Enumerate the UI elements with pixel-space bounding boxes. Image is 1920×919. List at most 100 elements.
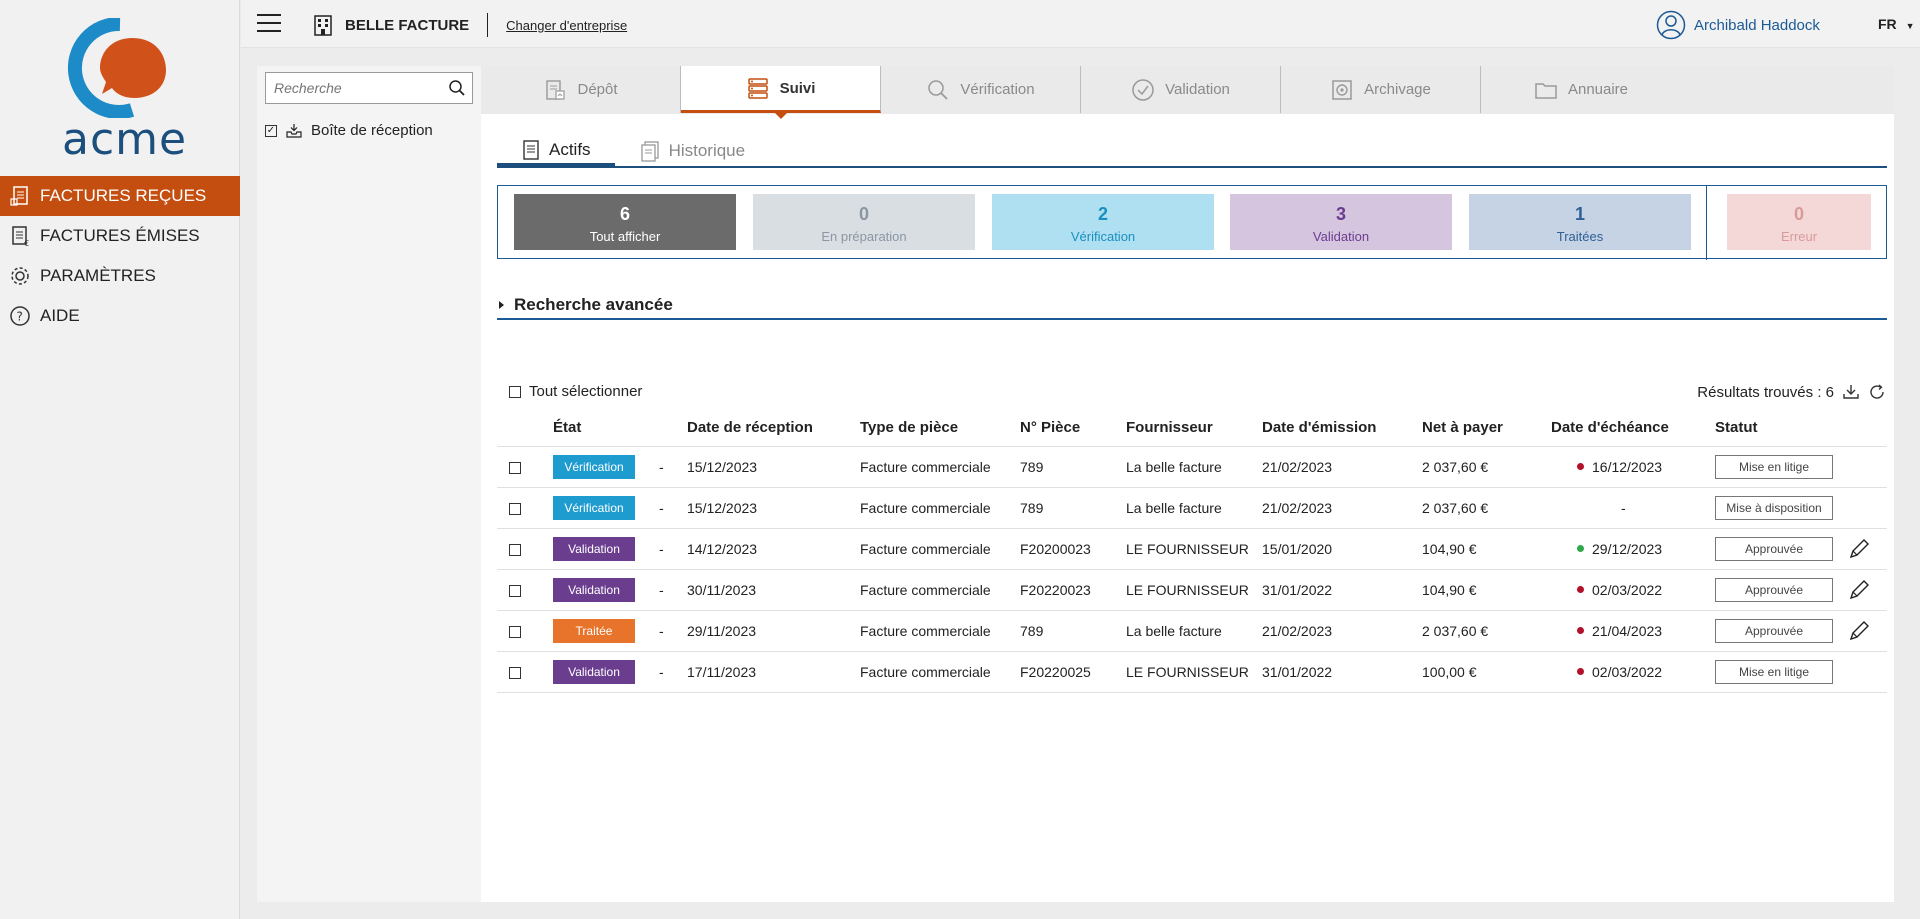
col-date-echeance[interactable]: Date d'échéance bbox=[1551, 419, 1669, 436]
col-statut[interactable]: Statut bbox=[1715, 419, 1758, 436]
table-row[interactable]: Traitée - 29/11/2023 Facture commerciale 789… bbox=[497, 611, 1887, 652]
nav-item-parametres[interactable]: PARAMÈTRES bbox=[0, 256, 240, 296]
table-row[interactable]: Vérification - 15/12/2023 Facture commercia… bbox=[497, 447, 1887, 488]
separator bbox=[487, 13, 489, 37]
row-separator: - bbox=[659, 541, 664, 557]
caret-down-icon: ▼ bbox=[1905, 21, 1915, 31]
list-icon bbox=[747, 78, 768, 99]
counter-divider bbox=[1706, 186, 1707, 260]
date-reception: 14/12/2023 bbox=[687, 541, 758, 557]
search-input[interactable] bbox=[266, 73, 436, 103]
type-piece: Facture commerciale bbox=[860, 541, 991, 557]
etat-badge: Validation bbox=[553, 537, 635, 561]
counter-5[interactable]: 0 Erreur bbox=[1727, 194, 1871, 250]
table-row[interactable]: Validation - 30/11/2023 Facture commerciale… bbox=[497, 570, 1887, 611]
user-menu[interactable]: Archibald Haddock bbox=[1656, 10, 1820, 40]
etat-badge: Validation bbox=[553, 660, 635, 684]
advanced-search-toggle[interactable]: Recherche avancée bbox=[497, 292, 1887, 320]
row-checkbox[interactable] bbox=[509, 462, 521, 474]
status-button[interactable]: Mise à disposition bbox=[1715, 496, 1833, 520]
select-all-checkbox[interactable] bbox=[509, 385, 521, 398]
net-a-payer: 2 037,60 € bbox=[1422, 459, 1489, 475]
edit-pencil-icon[interactable] bbox=[1847, 537, 1871, 564]
refresh-icon[interactable] bbox=[1868, 383, 1886, 401]
tab-actifs[interactable]: Actifs bbox=[497, 136, 615, 166]
net-a-payer: 2 037,60 € bbox=[1422, 623, 1489, 639]
col-date-emission[interactable]: Date d'émission bbox=[1262, 419, 1376, 436]
date-emission: 21/02/2023 bbox=[1262, 623, 1333, 639]
nav-item-aide[interactable]: ? AIDE bbox=[0, 296, 240, 336]
date-emission: 31/01/2022 bbox=[1262, 664, 1333, 680]
col-type-piece[interactable]: Type de pièce bbox=[860, 419, 958, 436]
row-checkbox[interactable] bbox=[509, 585, 521, 597]
col-net-a-payer[interactable]: Net à payer bbox=[1422, 419, 1503, 436]
col-numero-piece[interactable]: N° Pièce bbox=[1020, 419, 1080, 436]
status-button[interactable]: Mise en litige bbox=[1715, 660, 1833, 684]
date-echeance: - bbox=[1621, 500, 1626, 516]
edit-pencil-icon[interactable] bbox=[1847, 619, 1871, 646]
tab-historique[interactable]: Historique bbox=[615, 136, 770, 166]
status-button[interactable]: Approuvée bbox=[1715, 578, 1833, 602]
counter-1[interactable]: 0 En préparation bbox=[753, 194, 975, 250]
fournisseur: La belle facture bbox=[1126, 623, 1222, 639]
tab-label: Suivi bbox=[779, 79, 816, 97]
edit-pencil-icon[interactable] bbox=[1847, 578, 1871, 605]
nav-item-factures-emises[interactable]: € FACTURES ÉMISES bbox=[0, 216, 240, 256]
workflow-tabs: Dépôt Suivi Vérification Validation Arch… bbox=[481, 66, 1894, 119]
company-switcher: BELLE FACTURE Changer d'entreprise bbox=[311, 13, 627, 37]
status-button[interactable]: Mise en litige bbox=[1715, 455, 1833, 479]
language-selector[interactable]: FR ▼ bbox=[1878, 16, 1914, 32]
tab-annuaire[interactable]: Annuaire bbox=[1481, 66, 1681, 113]
net-a-payer: 2 037,60 € bbox=[1422, 500, 1489, 516]
logo-text: acme bbox=[62, 114, 188, 165]
row-checkbox[interactable] bbox=[509, 544, 521, 556]
counter-3[interactable]: 3 Validation bbox=[1230, 194, 1452, 250]
counter-count: 1 bbox=[1574, 204, 1585, 224]
select-all[interactable]: Tout sélectionner bbox=[509, 383, 642, 400]
table-row[interactable]: Validation - 17/11/2023 Facture commerciale… bbox=[497, 652, 1887, 693]
hamburger-menu-icon[interactable] bbox=[257, 14, 281, 34]
status-button[interactable]: Approuvée bbox=[1715, 537, 1833, 561]
acme-logo[interactable]: acme bbox=[62, 16, 186, 165]
due-status-dot bbox=[1577, 626, 1584, 634]
date-emission: 21/02/2023 bbox=[1262, 459, 1333, 475]
counter-4[interactable]: 1 Traitées bbox=[1469, 194, 1691, 250]
tab-depot[interactable]: Dépôt bbox=[481, 66, 681, 113]
nav-label: FACTURES REÇUES bbox=[40, 186, 207, 205]
inbox-folder[interactable]: ✓ Boîte de réception bbox=[265, 122, 433, 139]
search-icon[interactable] bbox=[448, 79, 466, 101]
invoice-table: État Date de réception Type de pièce N° … bbox=[497, 411, 1887, 693]
row-checkbox[interactable] bbox=[509, 503, 521, 515]
inbox-checkbox[interactable]: ✓ bbox=[265, 124, 277, 137]
counter-2[interactable]: 2 Vérification bbox=[992, 194, 1214, 250]
numero-piece: F20220023 bbox=[1020, 582, 1091, 598]
counter-count: 2 bbox=[1097, 204, 1108, 224]
tab-label: Validation bbox=[1165, 81, 1230, 98]
fournisseur: LE FOURNISSEUR bbox=[1126, 582, 1249, 598]
table-row[interactable]: Validation - 14/12/2023 Facture commerciale… bbox=[497, 529, 1887, 570]
tab-validation[interactable]: Validation bbox=[1081, 66, 1281, 113]
status-button[interactable]: Approuvée bbox=[1715, 619, 1833, 643]
tab-verification[interactable]: Vérification bbox=[881, 66, 1081, 113]
col-fournisseur[interactable]: Fournisseur bbox=[1126, 419, 1213, 436]
table-row[interactable]: Vérification - 15/12/2023 Facture commercia… bbox=[497, 488, 1887, 529]
nav-label: AIDE bbox=[40, 306, 80, 325]
counter-0[interactable]: 6 Tout afficher bbox=[514, 194, 736, 250]
date-echeance-cell: 02/03/2022 bbox=[1577, 582, 1662, 598]
numero-piece: F20200023 bbox=[1020, 541, 1091, 557]
col-etat[interactable]: État bbox=[553, 419, 581, 436]
tab-suivi[interactable]: Suivi bbox=[681, 66, 881, 119]
row-checkbox[interactable] bbox=[509, 626, 521, 638]
status-counters: 6 Tout afficher 0 En préparation 2 Vérificati… bbox=[497, 185, 1887, 260]
due-status-dot bbox=[1577, 462, 1584, 470]
col-date-reception[interactable]: Date de réception bbox=[687, 419, 813, 436]
counter-count: 6 bbox=[619, 204, 630, 224]
tab-archivage[interactable]: Archivage bbox=[1281, 66, 1481, 113]
counter-label: Vérification bbox=[1070, 229, 1136, 244]
row-checkbox[interactable] bbox=[509, 667, 521, 679]
folder-panel: ✓ Boîte de réception bbox=[257, 66, 481, 902]
topbar: BELLE FACTURE Changer d'entreprise Archi… bbox=[241, 0, 1920, 48]
change-company-link[interactable]: Changer d'entreprise bbox=[506, 18, 627, 33]
download-icon[interactable] bbox=[1842, 383, 1860, 401]
nav-item-factures-recues[interactable]: FACTURES REÇUES bbox=[0, 176, 240, 216]
